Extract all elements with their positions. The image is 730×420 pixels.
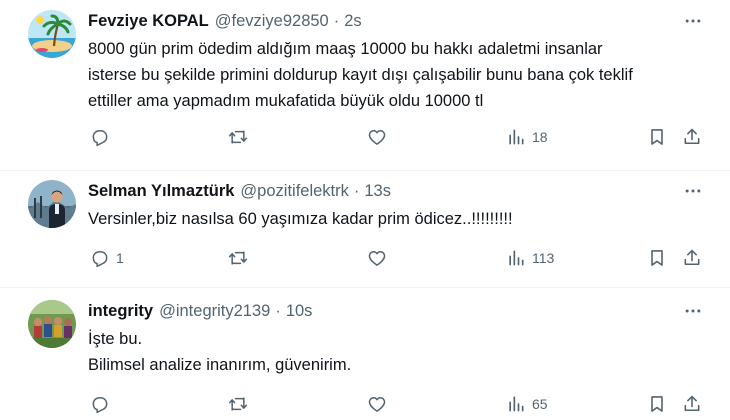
heart-icon: [368, 130, 386, 145]
views-button[interactable]: 65: [506, 392, 548, 416]
divider: [0, 287, 730, 288]
tweet-text: İşte bu. Bilimsel analize inanırım, güve…: [88, 326, 708, 378]
tweet-text: 8000 gün prim ödedim aldığım maaş 10000 …: [88, 36, 708, 114]
timestamp[interactable]: 2s: [344, 12, 361, 31]
share-icon: [684, 249, 700, 266]
view-count: 65: [532, 396, 548, 412]
action-bar: 1 113: [0, 246, 730, 270]
retweet-button[interactable]: [228, 246, 248, 270]
more-dots-icon: [685, 189, 701, 193]
separator-dot: ·: [275, 301, 281, 320]
views-icon: [509, 396, 524, 412]
retweet-icon: [228, 130, 248, 144]
like-button[interactable]: [367, 246, 387, 270]
reply-icon: [92, 397, 108, 414]
separator-dot: ·: [333, 11, 340, 30]
reply-button[interactable]: [90, 125, 116, 149]
user-handle[interactable]: @fevziye92850: [215, 12, 329, 31]
like-button[interactable]: [367, 392, 387, 416]
tweet[interactable]: Selman Yılmaztürk @pozitifelektrk · 13s …: [0, 180, 730, 280]
tweet-header: Fevziye KOPAL @fevziye92850 · 2s: [88, 10, 362, 32]
share-icon: [684, 395, 700, 412]
tweet[interactable]: Fevziye KOPAL @fevziye92850 · 2s 8000 gü…: [0, 10, 730, 160]
text-line: 8000 gün prim ödedim aldığım maaş 10000 …: [88, 40, 603, 58]
display-name[interactable]: Selman Yılmaztürk: [88, 182, 234, 201]
display-name[interactable]: Fevziye KOPAL: [88, 12, 209, 31]
person-photo-avatar-icon: [28, 180, 76, 228]
bookmark-icon: [651, 396, 663, 412]
view-count: 18: [532, 129, 548, 145]
more-dots-icon: [685, 309, 701, 313]
action-bar: 18: [0, 125, 730, 149]
views-icon: [509, 129, 524, 145]
action-bar: 65: [0, 392, 730, 416]
tweet-header: integrity @integrity2139 · 10s: [88, 300, 312, 322]
tweet[interactable]: integrity @integrity2139 · 10s İşte bu. …: [0, 300, 730, 420]
bookmark-icon: [651, 250, 663, 266]
views-button[interactable]: 18: [506, 125, 548, 149]
text-line: ettiller ama yapmadım mukafatida büyük o…: [88, 92, 484, 110]
retweet-button[interactable]: [228, 392, 248, 416]
avatar[interactable]: [28, 300, 76, 348]
views-button[interactable]: 113: [506, 246, 554, 270]
text-line: isterse bu şekilde primini doldurup kayı…: [88, 66, 633, 84]
retweet-button[interactable]: [228, 125, 248, 149]
avatar[interactable]: [28, 180, 76, 228]
tweet-header: Selman Yılmaztürk @pozitifelektrk · 13s: [88, 180, 391, 202]
text-line: İşte bu.: [88, 330, 143, 348]
beach-palm-avatar-icon: [28, 10, 76, 58]
more-dots-icon: [685, 19, 701, 23]
reply-button[interactable]: [90, 392, 116, 416]
share-button[interactable]: [682, 392, 702, 416]
bookmark-button[interactable]: [647, 246, 667, 270]
heart-icon: [368, 251, 386, 266]
share-icon: [684, 128, 700, 145]
divider: [0, 170, 730, 171]
reply-button[interactable]: 1: [90, 246, 124, 270]
bookmark-button[interactable]: [647, 392, 667, 416]
user-handle[interactable]: @integrity2139: [159, 302, 270, 321]
reply-feed: Fevziye KOPAL @fevziye92850 · 2s 8000 gü…: [0, 0, 730, 420]
more-options-button[interactable]: [680, 10, 706, 32]
views-icon: [509, 250, 524, 266]
reply-icon: [92, 251, 108, 268]
text-line: Versinler,biz nasılsa 60 yaşımıza kadar …: [88, 210, 513, 228]
heart-icon: [368, 397, 386, 412]
retweet-icon: [228, 397, 248, 411]
group-photo-avatar-icon: [28, 300, 76, 348]
display-name[interactable]: integrity: [88, 302, 153, 321]
share-button[interactable]: [682, 246, 702, 270]
share-button[interactable]: [682, 125, 702, 149]
view-count: 113: [532, 250, 555, 266]
more-options-button[interactable]: [680, 180, 706, 202]
bookmark-icon: [651, 129, 663, 145]
timestamp[interactable]: 13s: [364, 182, 391, 201]
bookmark-button[interactable]: [647, 125, 667, 149]
like-button[interactable]: [367, 125, 387, 149]
reply-icon: [92, 130, 108, 147]
user-handle[interactable]: @pozitifelektrk: [240, 182, 348, 201]
reply-count: 1: [116, 250, 124, 266]
text-line: Bilimsel analize inanırım, güvenirim.: [88, 356, 352, 374]
tweet-text: Versinler,biz nasılsa 60 yaşımıza kadar …: [88, 206, 708, 232]
retweet-icon: [228, 251, 248, 265]
timestamp[interactable]: 10s: [286, 302, 313, 321]
separator-dot: ·: [353, 181, 360, 200]
more-options-button[interactable]: [680, 300, 706, 322]
avatar[interactable]: [28, 10, 76, 58]
